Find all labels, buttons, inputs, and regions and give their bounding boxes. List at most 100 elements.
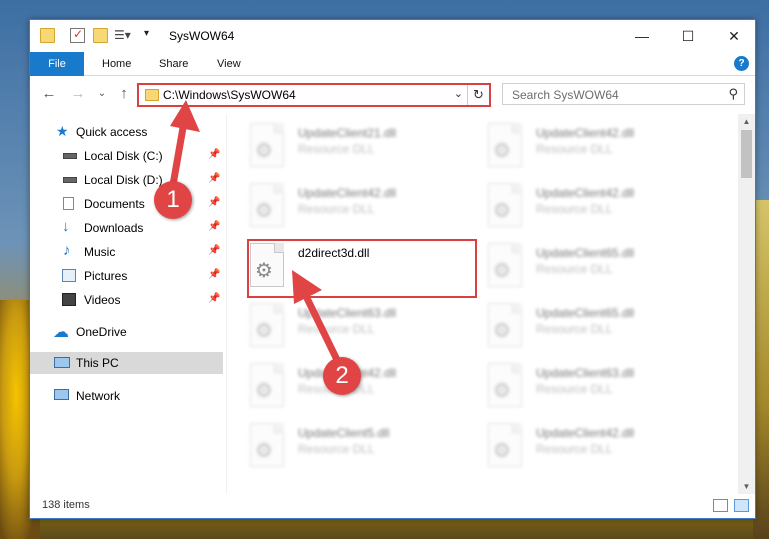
customize-toolbar-icon[interactable]: ☰▾ <box>114 28 131 43</box>
gear-icon: ⚙ <box>493 440 511 462</box>
dll-file-icon: ⚙ <box>488 363 522 407</box>
gear-icon: ⚙ <box>255 200 273 222</box>
dll-file-icon: ⚙ <box>488 183 522 227</box>
scroll-up-icon[interactable]: ▲ <box>738 114 755 129</box>
back-arrow-icon[interactable]: ← <box>39 85 59 102</box>
sidebar-item-label: Pictures <box>84 269 128 283</box>
dll-file-icon: ⚙ <box>250 423 284 467</box>
scrollbar-thumb[interactable] <box>741 130 752 178</box>
file-type: Resource DLL <box>536 142 613 156</box>
gear-icon: ⚙ <box>493 260 511 282</box>
tab-file[interactable]: File <box>30 52 84 76</box>
file-explorer-window: ✓ ☰▾ ▾ SysWOW64 — ☐ ✕ File Home Share Vi… <box>29 19 756 519</box>
star-icon: ★ <box>56 123 69 139</box>
file-type: Resource DLL <box>536 262 613 276</box>
sidebar-item-onedrive[interactable]: ☁ OneDrive <box>30 321 223 343</box>
vertical-scrollbar[interactable]: ▲ ▼ <box>738 114 755 494</box>
refresh-icon[interactable]: ↻ <box>467 85 489 105</box>
file-item[interactable]: ⚙ UpdateClient21.dll Resource DLL <box>230 118 460 170</box>
sidebar-item-music[interactable]: ♪ Music 📌 <box>30 241 223 263</box>
sidebar-item-label: Quick access <box>76 125 148 139</box>
sidebar-item-videos[interactable]: Videos 📌 <box>30 289 223 311</box>
file-name: UpdateClient42.dll <box>536 426 635 440</box>
chevron-down-icon[interactable]: ⌄ <box>454 87 463 100</box>
computer-icon <box>54 357 70 368</box>
download-icon: ↓ <box>62 218 70 235</box>
recent-locations-icon[interactable]: ⌄ <box>92 88 112 99</box>
pin-icon[interactable]: 📌 <box>208 245 220 256</box>
new-folder-icon[interactable] <box>93 28 108 43</box>
help-button[interactable]: ? <box>734 56 749 71</box>
file-type: Resource DLL <box>298 142 375 156</box>
file-name: UpdateClient42.dll <box>536 126 635 140</box>
network-icon <box>54 389 69 400</box>
dll-file-icon: ⚙ <box>250 183 284 227</box>
file-item[interactable]: ⚙ UpdateClient5.dll Resource DLL <box>230 418 460 470</box>
details-view-icon[interactable] <box>713 499 728 512</box>
step-2-badge: 2 <box>323 357 361 395</box>
tab-view[interactable]: View <box>203 52 255 76</box>
gear-icon: ⚙ <box>493 140 511 162</box>
file-name: UpdateClient21.dll <box>298 126 397 140</box>
sidebar-item-pictures[interactable]: Pictures 📌 <box>30 265 223 287</box>
tab-home[interactable]: Home <box>88 52 145 76</box>
large-icons-view-icon[interactable] <box>734 499 749 512</box>
documents-icon <box>63 197 74 210</box>
file-name: UpdateClient65.dll <box>536 306 635 320</box>
file-item[interactable]: ⚙ UpdateClient65.dll Resource DLL <box>468 238 698 290</box>
pin-icon[interactable]: 📌 <box>208 269 220 280</box>
gear-icon: ⚙ <box>255 140 273 162</box>
file-item[interactable]: ⚙ UpdateClient42.dll Resource DLL <box>468 418 698 470</box>
close-button[interactable]: ✕ <box>711 20 757 52</box>
file-type: Resource DLL <box>298 202 375 216</box>
sidebar-item-label: Documents <box>84 197 145 211</box>
file-type: Resource DLL <box>536 382 613 396</box>
file-name: UpdateClient65.dll <box>536 246 635 260</box>
gear-icon: ⚙ <box>493 320 511 342</box>
pictures-icon <box>62 269 76 282</box>
quick-access-dropdown-icon[interactable]: ▾ <box>144 28 159 43</box>
scroll-down-icon[interactable]: ▼ <box>738 479 755 494</box>
dll-file-icon: ⚙ <box>250 123 284 167</box>
file-type: Resource DLL <box>536 442 613 456</box>
sidebar-item-downloads[interactable]: ↓ Downloads 📌 <box>30 217 223 239</box>
status-bar: 138 items <box>30 494 755 518</box>
file-name: UpdateClient5.dll <box>298 426 390 440</box>
item-count: 138 items <box>42 499 90 511</box>
window-title: SysWOW64 <box>169 29 235 43</box>
file-item[interactable]: ⚙ UpdateClient42.dll Resource DLL <box>468 118 698 170</box>
pin-icon[interactable]: 📌 <box>208 293 220 304</box>
ribbon-tabs: File Home Share View ? <box>30 52 755 76</box>
search-icon[interactable]: ⚲ <box>728 86 738 102</box>
file-type: Resource DLL <box>536 202 613 216</box>
file-item[interactable]: ⚙ UpdateClient42.dll Resource DLL <box>230 178 460 230</box>
forward-arrow-icon[interactable]: → <box>68 85 88 102</box>
videos-icon <box>62 293 76 306</box>
dll-file-icon: ⚙ <box>488 303 522 347</box>
sidebar-item-this-pc[interactable]: This PC <box>30 352 223 374</box>
tab-share[interactable]: Share <box>145 52 202 76</box>
gear-icon: ⚙ <box>255 440 273 462</box>
drive-icon <box>63 177 77 183</box>
minimize-button[interactable]: — <box>619 20 665 52</box>
dll-file-icon: ⚙ <box>488 123 522 167</box>
pin-icon[interactable]: 📌 <box>208 221 220 232</box>
maximize-button[interactable]: ☐ <box>665 20 711 52</box>
title-bar: ✓ ☰▾ ▾ SysWOW64 — ☐ ✕ <box>30 20 755 52</box>
dll-file-icon: ⚙ <box>488 423 522 467</box>
step-1-badge: 1 <box>154 181 192 219</box>
file-name: UpdateClient42.dll <box>298 186 397 200</box>
sidebar-item-label: Music <box>84 245 116 259</box>
sidebar-item-label: This PC <box>76 356 119 370</box>
sidebar-item-label: Downloads <box>84 221 144 235</box>
file-item[interactable]: ⚙ UpdateClient65.dll Resource DLL <box>468 298 698 350</box>
dll-file-icon: ⚙ <box>250 303 284 347</box>
file-item[interactable]: ⚙ UpdateClient42.dll Resource DLL <box>468 178 698 230</box>
gear-icon: ⚙ <box>255 320 273 342</box>
sidebar-item-network[interactable]: Network <box>30 385 223 407</box>
dll-file-icon: ⚙ <box>250 363 284 407</box>
file-item[interactable]: ⚙ UpdateClient63.dll Resource DLL <box>468 358 698 410</box>
search-input[interactable]: Search SysWOW64 ⚲ <box>502 83 745 105</box>
properties-icon[interactable]: ✓ <box>70 27 85 43</box>
up-arrow-icon[interactable]: ↑ <box>114 85 134 102</box>
